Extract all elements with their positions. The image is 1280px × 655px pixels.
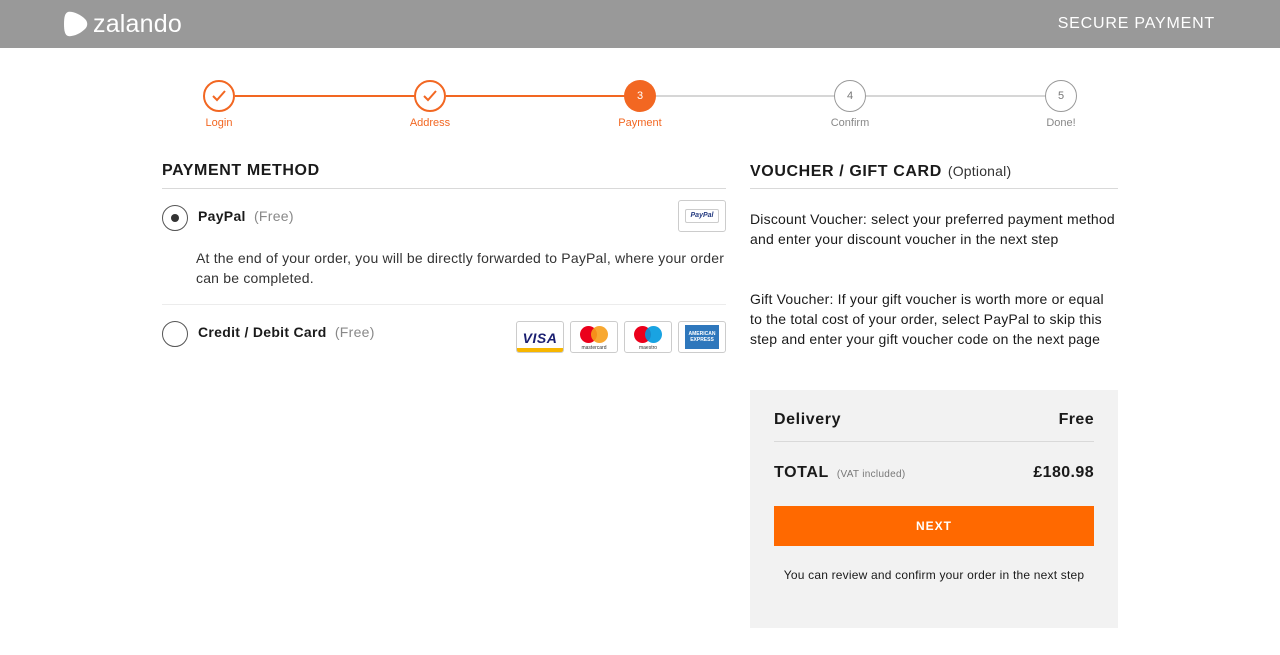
step-connector: [866, 95, 1046, 97]
mastercard-logo: mastercard: [570, 321, 618, 353]
step-login[interactable]: Login: [179, 80, 259, 129]
total-label: TOTAL: [774, 464, 829, 481]
credit-card-option-label[interactable]: Credit / Debit Card (Free): [198, 323, 375, 341]
total-row: TOTAL (VAT included) £180.98: [774, 464, 1094, 482]
amex-logo-text: AMERICAN EXPRESS: [685, 325, 719, 349]
american-express-logo: AMERICAN EXPRESS: [678, 321, 726, 353]
step-connector: [446, 95, 626, 97]
visa-logo: VISA: [516, 321, 564, 353]
step-payment: 3 Payment: [600, 80, 680, 129]
payment-method-title: PAYMENT METHOD: [162, 162, 320, 179]
radio-selected-dot: [171, 214, 179, 222]
checkmark-icon: [414, 80, 446, 112]
total-label-group: TOTAL (VAT included): [774, 464, 906, 482]
step-confirm: 4 Confirm: [810, 80, 890, 129]
step-label: Confirm: [830, 117, 870, 129]
divider: [750, 188, 1118, 189]
step-number: 3: [624, 80, 656, 112]
option-price: (Free): [334, 324, 375, 340]
step-label: Login: [205, 117, 233, 129]
step-label: Done!: [1046, 117, 1076, 129]
step-connector: [235, 95, 415, 97]
option-price: (Free): [253, 208, 294, 224]
step-label: Address: [409, 117, 451, 129]
delivery-value: Free: [1058, 411, 1094, 428]
paypal-logo: PayPal: [678, 200, 726, 232]
review-note: You can review and confirm your order in…: [783, 568, 1085, 582]
maestro-logo: maestro: [624, 321, 672, 353]
checkout-stepper: Login Address 3 Payment 4 Confirm 5 Done…: [0, 80, 1280, 132]
mastercard-logo-text: mastercard: [581, 345, 607, 351]
delivery-label: Delivery: [774, 411, 842, 428]
zalando-logo-icon: [64, 11, 88, 37]
voucher-title: VOUCHER / GIFT CARD (Optional): [750, 161, 1011, 182]
maestro-logo-text: maestro: [638, 345, 658, 351]
vat-note: (VAT included): [836, 469, 906, 480]
step-number: 4: [834, 80, 866, 112]
step-number: 5: [1045, 80, 1077, 112]
credit-card-radio[interactable]: [162, 321, 188, 347]
divider: [774, 441, 1094, 442]
checkmark-icon: [203, 80, 235, 112]
visa-logo-text: VISA: [522, 330, 558, 346]
total-value: £180.98: [1033, 464, 1094, 481]
optional-label: (Optional): [947, 163, 1012, 179]
next-button[interactable]: NEXT: [774, 506, 1094, 546]
voucher-title-text: VOUCHER / GIFT CARD: [750, 163, 942, 180]
step-address[interactable]: Address: [390, 80, 470, 129]
paypal-logo-text: PayPal: [690, 212, 714, 219]
secure-payment-label: SECURE PAYMENT: [1057, 15, 1215, 32]
gift-voucher-info: Gift Voucher: If your gift voucher is wo…: [750, 291, 1104, 347]
option-name: PayPal: [198, 208, 246, 224]
paypal-option-label[interactable]: PayPal (Free): [198, 207, 294, 225]
step-done: 5 Done!: [1021, 80, 1101, 129]
paypal-description: At the end of your order, you will be di…: [196, 250, 725, 286]
divider: [162, 188, 726, 189]
option-name: Credit / Debit Card: [198, 324, 327, 340]
step-label: Payment: [618, 117, 662, 129]
paypal-radio[interactable]: [162, 205, 188, 231]
top-bar: zalando SECURE PAYMENT: [0, 0, 1280, 48]
logo-text: zalando: [93, 10, 182, 38]
zalando-logo[interactable]: zalando: [64, 10, 182, 38]
step-connector: [656, 95, 836, 97]
divider: [162, 304, 726, 305]
delivery-row: Delivery Free: [774, 411, 1094, 429]
discount-voucher-info: Discount Voucher: select your preferred …: [750, 211, 1115, 247]
order-summary: Delivery Free TOTAL (VAT included) £180.9…: [750, 390, 1118, 628]
